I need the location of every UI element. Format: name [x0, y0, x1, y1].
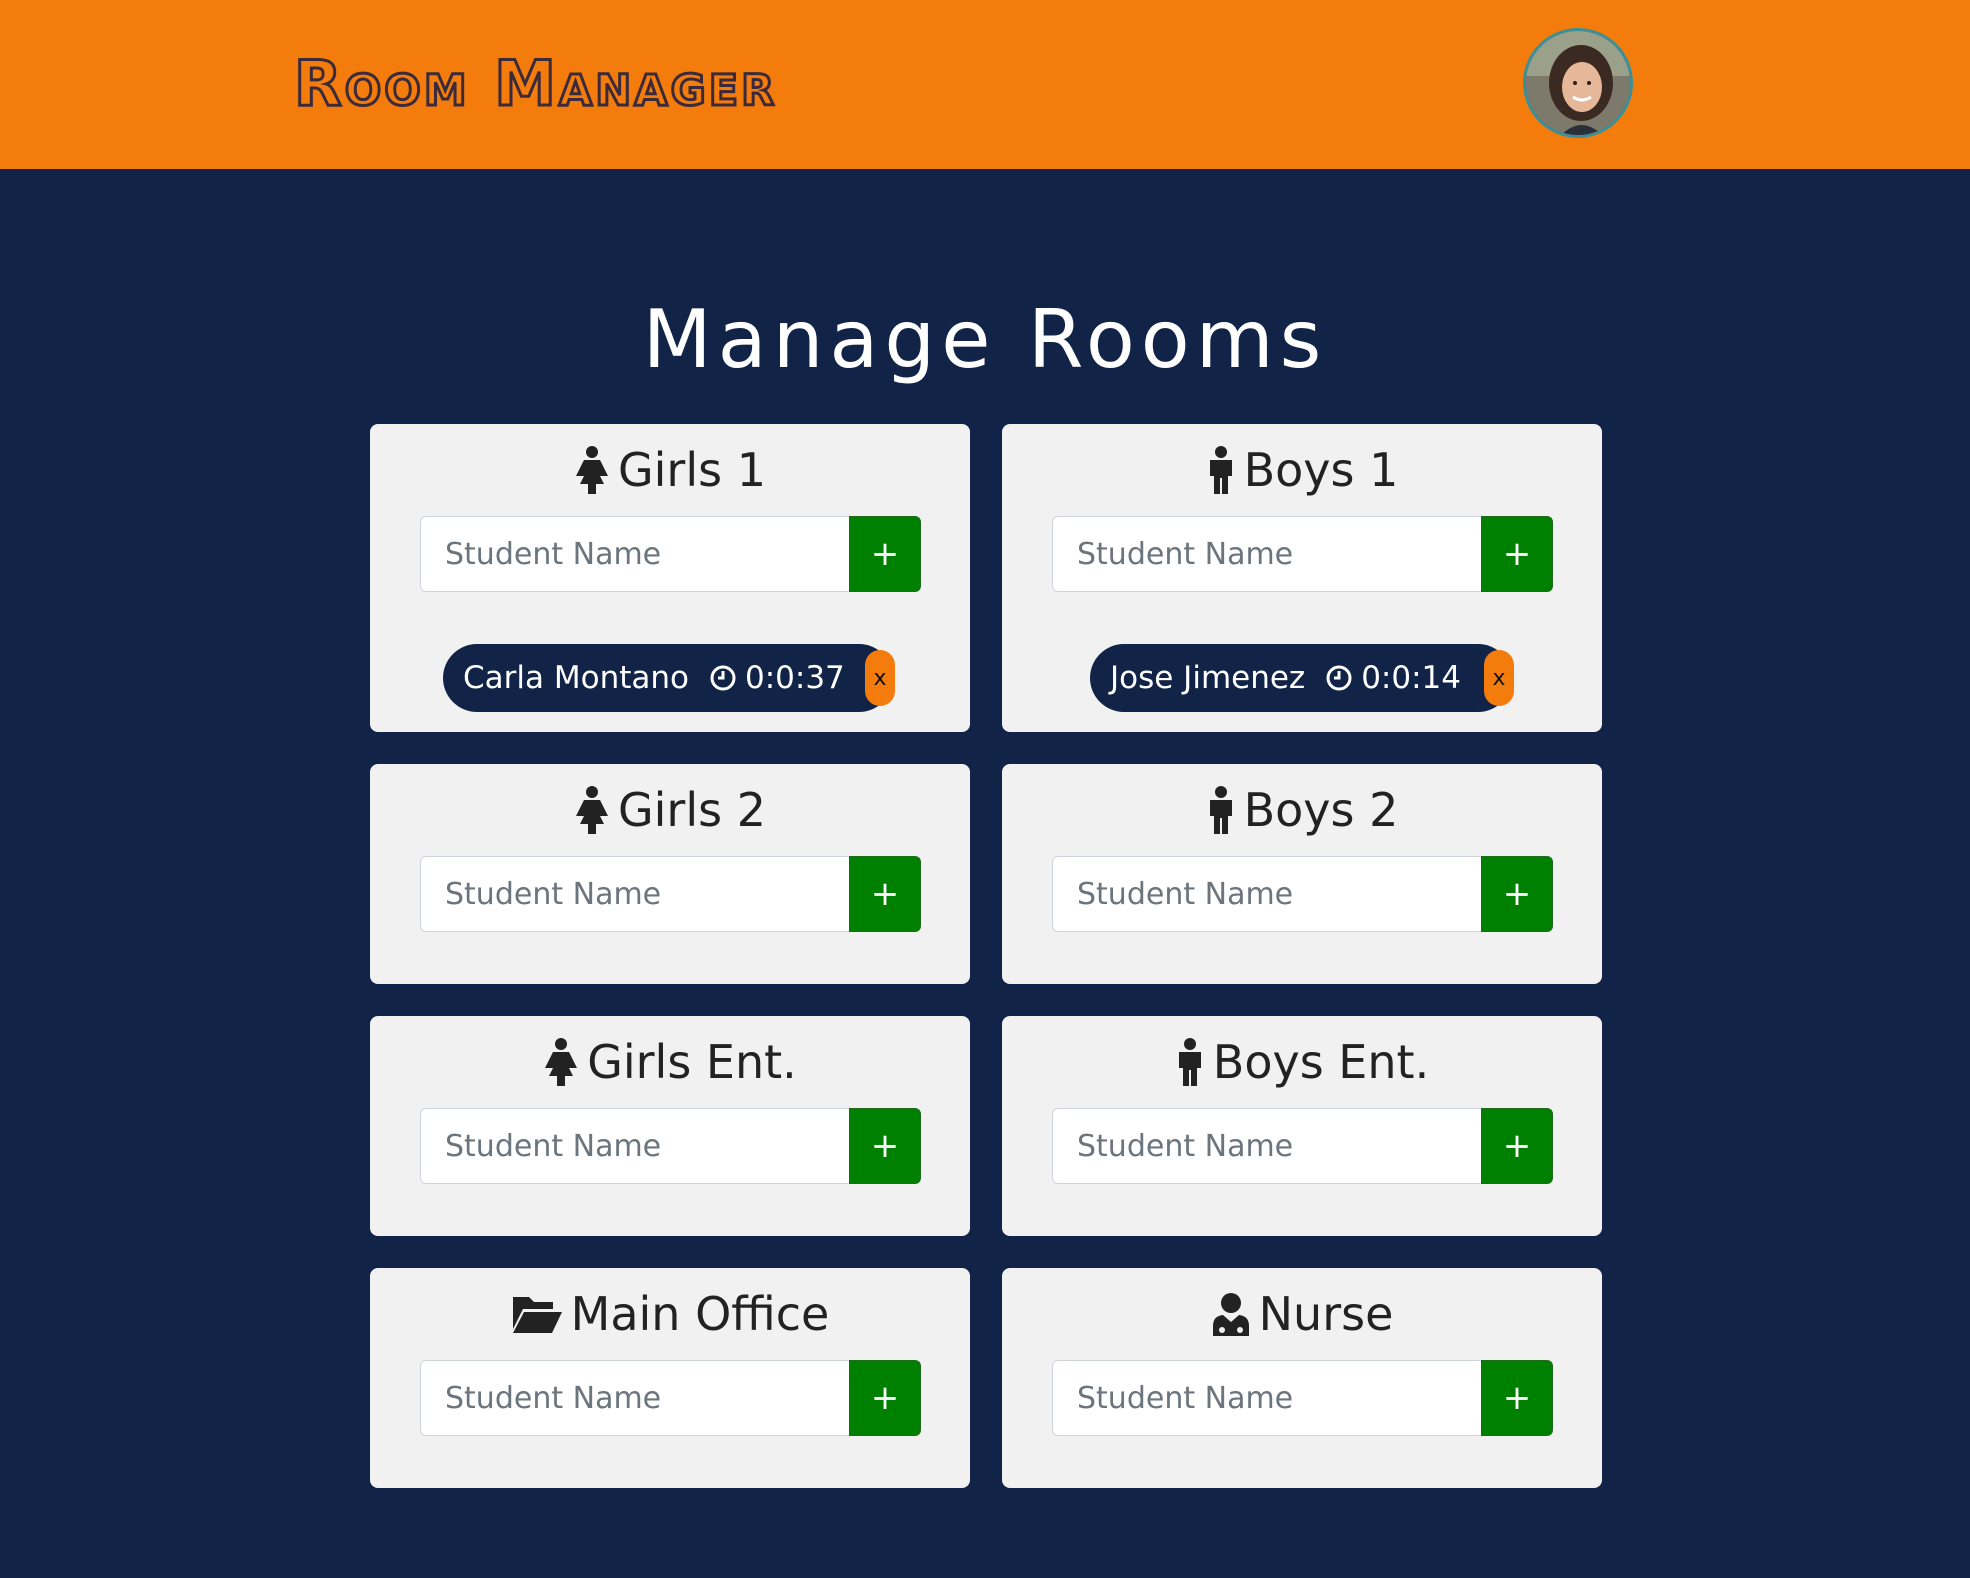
remove-student-button[interactable]: x	[865, 650, 895, 706]
room-name: Boys 1	[1243, 443, 1399, 497]
page-title: Manage Rooms	[642, 293, 1328, 386]
room-card-nurse: Nurse +	[1002, 1268, 1602, 1488]
female-icon	[576, 786, 608, 834]
male-icon	[1178, 1038, 1201, 1086]
room-name: Girls 1	[618, 443, 766, 497]
female-icon	[576, 446, 608, 494]
add-student-button[interactable]: +	[1481, 1108, 1553, 1184]
room-title: Boys 1	[1002, 442, 1602, 498]
room-name: Main Office	[570, 1287, 830, 1341]
add-student-button[interactable]: +	[1481, 1360, 1553, 1436]
student-chip: Jose Jimenez 0:0:14 x	[1090, 644, 1514, 712]
student-name-input[interactable]	[420, 1108, 850, 1184]
user-avatar[interactable]	[1523, 28, 1633, 138]
student-name-input[interactable]	[420, 1360, 850, 1436]
room-title: Girls 2	[370, 782, 970, 838]
room-title: Boys Ent.	[1002, 1034, 1602, 1090]
room-card-girls-1: Girls 1 + Carla Montano 0:0:37 x	[370, 424, 970, 732]
doctor-icon	[1212, 1293, 1249, 1336]
room-title: Nurse	[1002, 1286, 1602, 1342]
room-name: Girls 2	[618, 783, 766, 837]
student-name-input[interactable]	[1052, 856, 1482, 932]
clock-icon	[1325, 664, 1353, 692]
app-header: Room Manager	[0, 0, 1970, 169]
student-name-input[interactable]	[1052, 516, 1482, 592]
clock-icon	[709, 664, 737, 692]
room-card-boys-1: Boys 1 + Jose Jimenez 0:0:14 x	[1002, 424, 1602, 732]
remove-student-button[interactable]: x	[1484, 650, 1514, 706]
room-title: Boys 2	[1002, 782, 1602, 838]
female-icon	[545, 1038, 578, 1086]
room-title: Girls Ent.	[370, 1034, 970, 1090]
student-chip: Carla Montano 0:0:37 x	[443, 644, 895, 712]
student-name-input[interactable]	[1052, 1360, 1482, 1436]
room-name: Boys Ent.	[1212, 1035, 1430, 1089]
room-card-main-office: Main Office +	[370, 1268, 970, 1488]
room-name: Nurse	[1258, 1287, 1394, 1341]
add-student-button[interactable]: +	[849, 516, 921, 592]
add-student-button[interactable]: +	[849, 856, 921, 932]
male-icon	[1209, 786, 1232, 834]
room-title: Main Office	[370, 1286, 970, 1342]
room-name: Boys 2	[1243, 783, 1399, 837]
room-card-girls-2: Girls 2 +	[370, 764, 970, 984]
add-student-button[interactable]: +	[1481, 856, 1553, 932]
room-card-boys-ent: Boys Ent. +	[1002, 1016, 1602, 1236]
male-icon	[1209, 446, 1232, 494]
app-logo[interactable]: Room Manager	[292, 46, 777, 121]
elapsed-time: 0:0:14	[1361, 660, 1461, 696]
student-name-input[interactable]	[420, 856, 850, 932]
room-card-girls-ent: Girls Ent. +	[370, 1016, 970, 1236]
student-name-input[interactable]	[420, 516, 850, 592]
student-name: Carla Montano	[463, 660, 689, 696]
folder-open-icon	[512, 1297, 562, 1333]
student-name: Jose Jimenez	[1110, 660, 1306, 696]
add-student-button[interactable]: +	[849, 1108, 921, 1184]
room-card-boys-2: Boys 2 +	[1002, 764, 1602, 984]
room-title: Girls 1	[370, 442, 970, 498]
add-student-button[interactable]: +	[1481, 516, 1553, 592]
room-name: Girls Ent.	[587, 1035, 797, 1089]
add-student-button[interactable]: +	[849, 1360, 921, 1436]
student-name-input[interactable]	[1052, 1108, 1482, 1184]
elapsed-time: 0:0:37	[744, 660, 845, 696]
